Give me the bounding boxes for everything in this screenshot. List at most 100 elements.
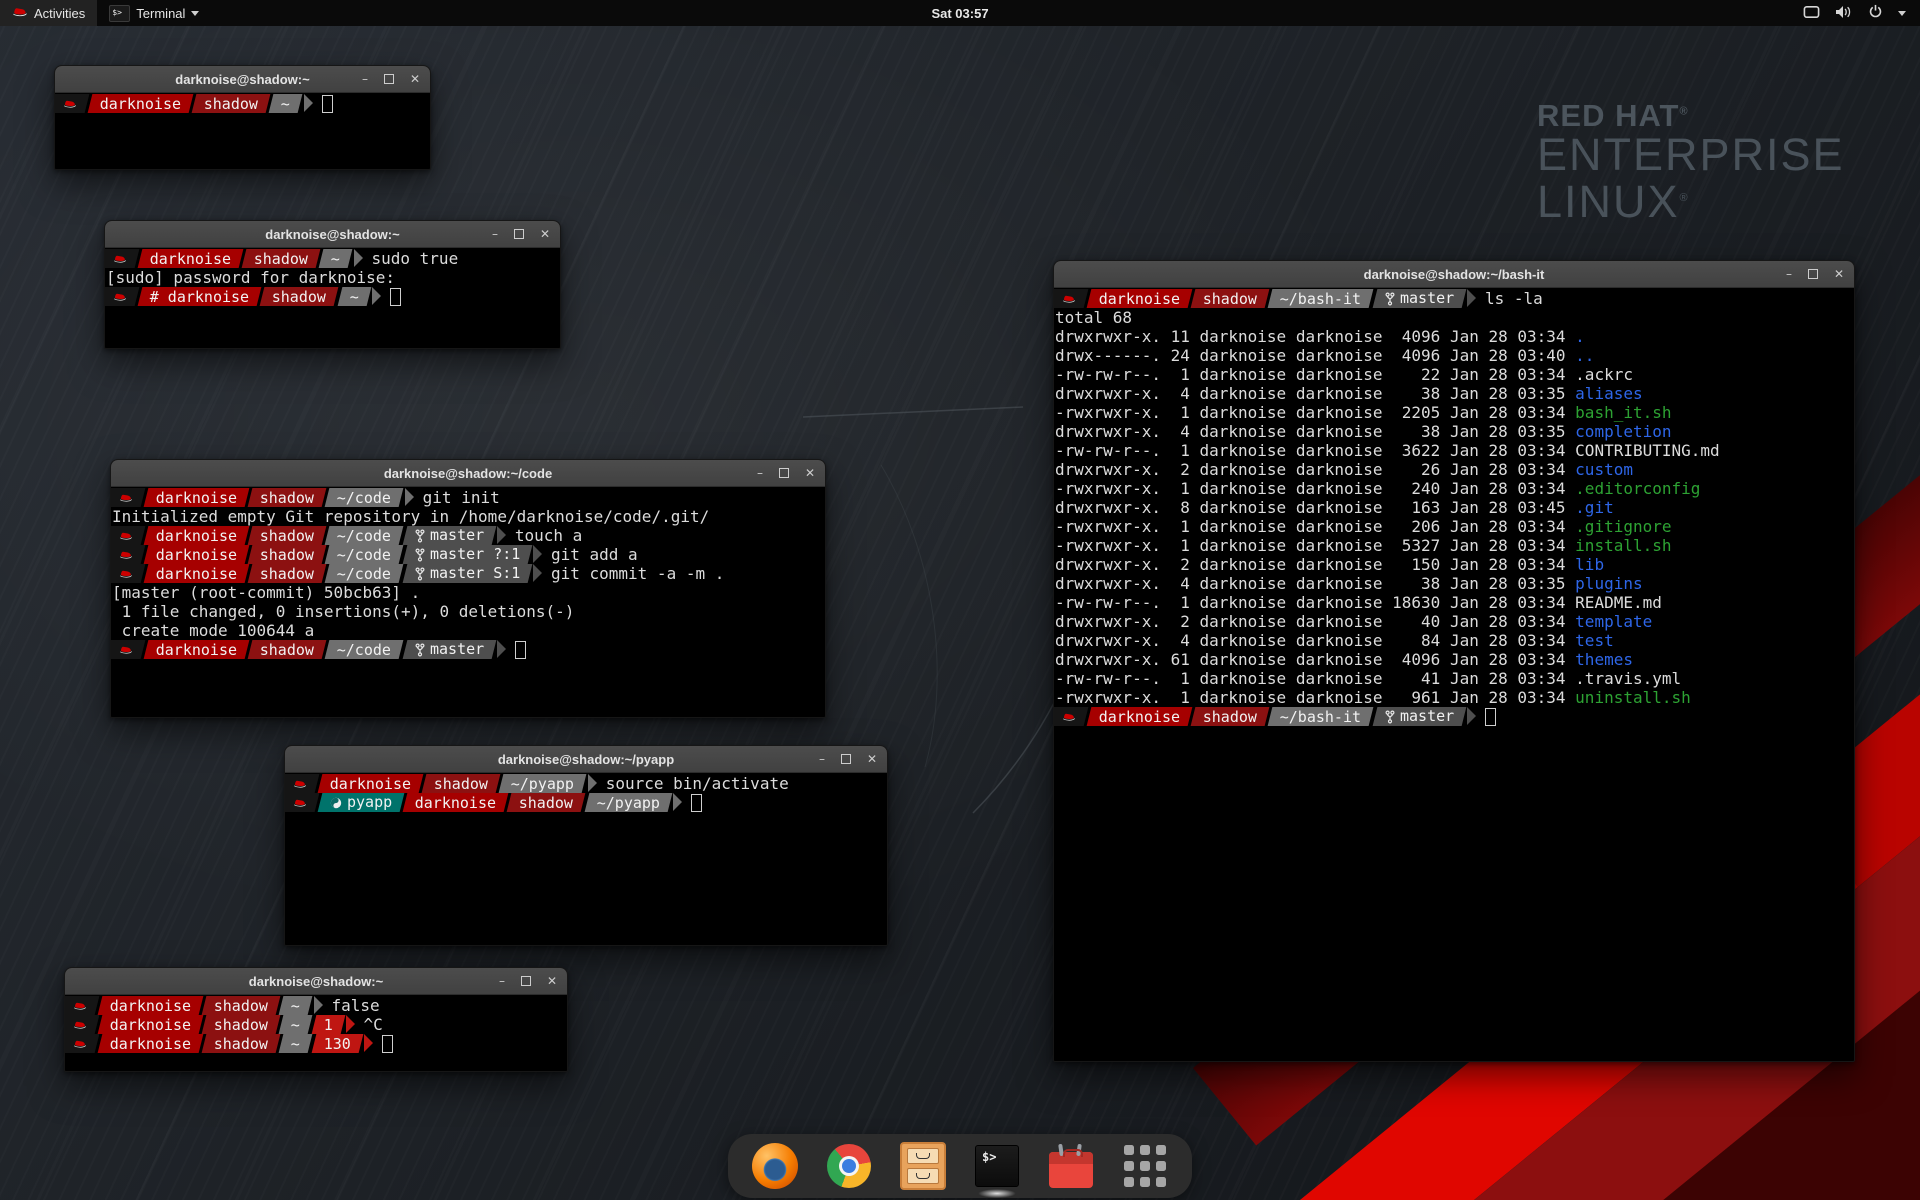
brand-line2: ENTERPRISE [1537,132,1845,179]
branch-icon [415,529,425,543]
prompt-arrow [364,1034,373,1052]
terminal-content[interactable]: darknoiseshadow~ [55,93,430,169]
maximize-button[interactable] [384,74,394,84]
power-icon[interactable] [1868,4,1883,22]
prompt-arrow [497,526,506,544]
terminal-line: -rw-rw-r--. 1 darknoise darknoise 18630 … [1055,593,1854,612]
prompt-segment-red1: darknoise [144,564,250,583]
window-titlebar[interactable]: darknoise@shadow:~/code– ✕ [111,460,825,487]
dock-item-app-grid[interactable] [1122,1143,1168,1189]
maximize-button[interactable] [779,468,789,478]
display-icon[interactable] [1803,5,1820,22]
minimize-button[interactable]: – [492,228,498,240]
terminal-cursor [691,794,702,812]
prompt-segment-red2: shadow [192,94,271,113]
ls-row-filename: .travis.yml [1575,669,1681,688]
top-bar: Activities $> Terminal Sat 03:57 [0,0,1920,26]
close-button[interactable]: ✕ [805,467,815,479]
terminal-window-w2: darknoise@shadow:~–✕darknoiseshadow~sudo… [104,220,561,349]
terminal-window-w6: darknoise@shadow:~/bash-it–✕darknoisesha… [1053,260,1855,1062]
branch-icon [1385,292,1395,306]
dock-item-toolbox[interactable] [1048,1143,1094,1189]
terminal-line: -rwxrwxr-x. 1 darknoise darknoise 5327 J… [1055,536,1854,555]
prompt-segment-red2: shadow [248,640,327,659]
close-button[interactable]: ✕ [1834,268,1844,280]
terminal-line: drwxrwxr-x. 4 darknoise darknoise 38 Jan… [1055,574,1854,593]
chevron-down-icon[interactable] [1898,11,1906,16]
minimize-button[interactable]: – [362,73,368,85]
ls-row-filename: .ackrc [1575,365,1633,384]
terminal-line: 1 file changed, 0 insertions(+), 0 delet… [112,602,825,621]
terminal-content[interactable]: darknoiseshadow~/codegit initInitialized… [111,487,825,717]
redhat-logo-icon [12,5,28,21]
command-text: ^C [364,1015,383,1034]
terminal-content[interactable]: darknoiseshadow~/pyappsource bin/activat… [285,773,887,945]
prompt-segment-path: ~/code [325,488,404,507]
window-titlebar[interactable]: darknoise@shadow:~–✕ [65,968,567,995]
ls-row-filename: themes [1575,650,1633,669]
minimize-button[interactable]: – [499,975,505,987]
python-icon [330,797,342,809]
minimize-button[interactable]: – [1786,268,1792,280]
ls-row-filename: .git [1575,498,1614,517]
window-titlebar[interactable]: darknoise@shadow:~/pyapp–✕ [285,746,887,773]
prompt-segment-red2: shadow [507,793,586,812]
maximize-button[interactable] [521,976,531,986]
ls-row-filename: completion [1575,422,1671,441]
close-button[interactable]: ✕ [410,73,420,85]
activities-label: Activities [34,6,85,21]
window-titlebar[interactable]: darknoise@shadow:~–✕ [55,66,430,93]
ls-row-filename: aliases [1575,384,1642,403]
app-menu-terminal[interactable]: $> Terminal [97,0,211,26]
ls-row-filename: install.sh [1575,536,1671,555]
ls-row-filename: CONTRIBUTING.md [1575,441,1720,460]
command-text: false [332,996,380,1015]
terminal-line: darknoiseshadow~/codemastertouch a [112,526,825,545]
clock[interactable]: Sat 03:57 [931,6,988,21]
prompt-arrow [1467,707,1476,725]
branch-icon [415,567,425,581]
maximize-button[interactable] [514,229,524,239]
prompt-segment-red1: darknoise [88,94,194,113]
terminal-content[interactable]: darknoiseshadow~falsedarknoiseshadow~1^C… [65,995,567,1071]
window-titlebar[interactable]: darknoise@shadow:~/bash-it–✕ [1054,261,1854,288]
ls-row-filename: .editorconfig [1575,479,1700,498]
terminal-window-w3: darknoise@shadow:~/code–✕darknoiseshadow… [110,459,826,718]
window-title: darknoise@shadow:~/code [111,466,825,481]
app-menu-label: Terminal [136,6,185,21]
close-button[interactable]: ✕ [867,753,877,765]
maximize-button[interactable] [1808,269,1818,279]
wallpaper-brand: RED HAT® ENTERPRISE LINUX® [1537,100,1845,226]
volume-icon[interactable] [1835,5,1853,22]
maximize-button[interactable] [841,754,851,764]
prompt-segment-red2: shadow [202,1034,281,1053]
close-button[interactable]: ✕ [540,228,550,240]
terminal-line: -rwxrwxr-x. 1 darknoise darknoise 240 Ja… [1055,479,1854,498]
prompt-segment-red1: darknoise [138,249,244,268]
prompt-arrow [314,996,323,1014]
terminal-content[interactable]: darknoiseshadow~sudo true[sudo] password… [105,248,560,348]
ls-row-meta: drwxrwxr-x. 2 darknoise darknoise 26 Jan… [1055,460,1575,479]
dock-item-terminal[interactable]: $> [974,1143,1020,1189]
ls-row-filename: bash_it.sh [1575,403,1671,422]
prompt-segment-red1: darknoise [144,545,250,564]
activities-button[interactable]: Activities [0,0,97,26]
terminal-app-icon: $> [109,5,130,22]
command-text: git commit -a -m . [551,564,724,583]
minimize-button[interactable]: – [757,467,763,479]
dock-item-chrome[interactable] [826,1143,872,1189]
branch-icon [415,643,425,657]
dock-item-firefox[interactable] [752,1143,798,1189]
output-text: 1 file changed, 0 insertions(+), 0 delet… [112,602,574,621]
close-button[interactable]: ✕ [547,975,557,987]
ls-row-filename: .. [1575,346,1594,365]
window-titlebar[interactable]: darknoise@shadow:~–✕ [105,221,560,248]
file-cabinet-icon [900,1142,946,1190]
terminal-content[interactable]: darknoiseshadow~/bash-itmasterls -latota… [1054,288,1854,1061]
prompt-segment-path: ~/bash-it [1268,707,1374,726]
prompt-segment-red1: darknoise [98,1015,204,1034]
prompt-segment-red2: shadow [242,249,321,268]
minimize-button[interactable]: – [819,753,825,765]
ls-row-meta: -rwxrwxr-x. 1 darknoise darknoise 2205 J… [1055,403,1575,422]
dock-item-files[interactable] [900,1143,946,1189]
